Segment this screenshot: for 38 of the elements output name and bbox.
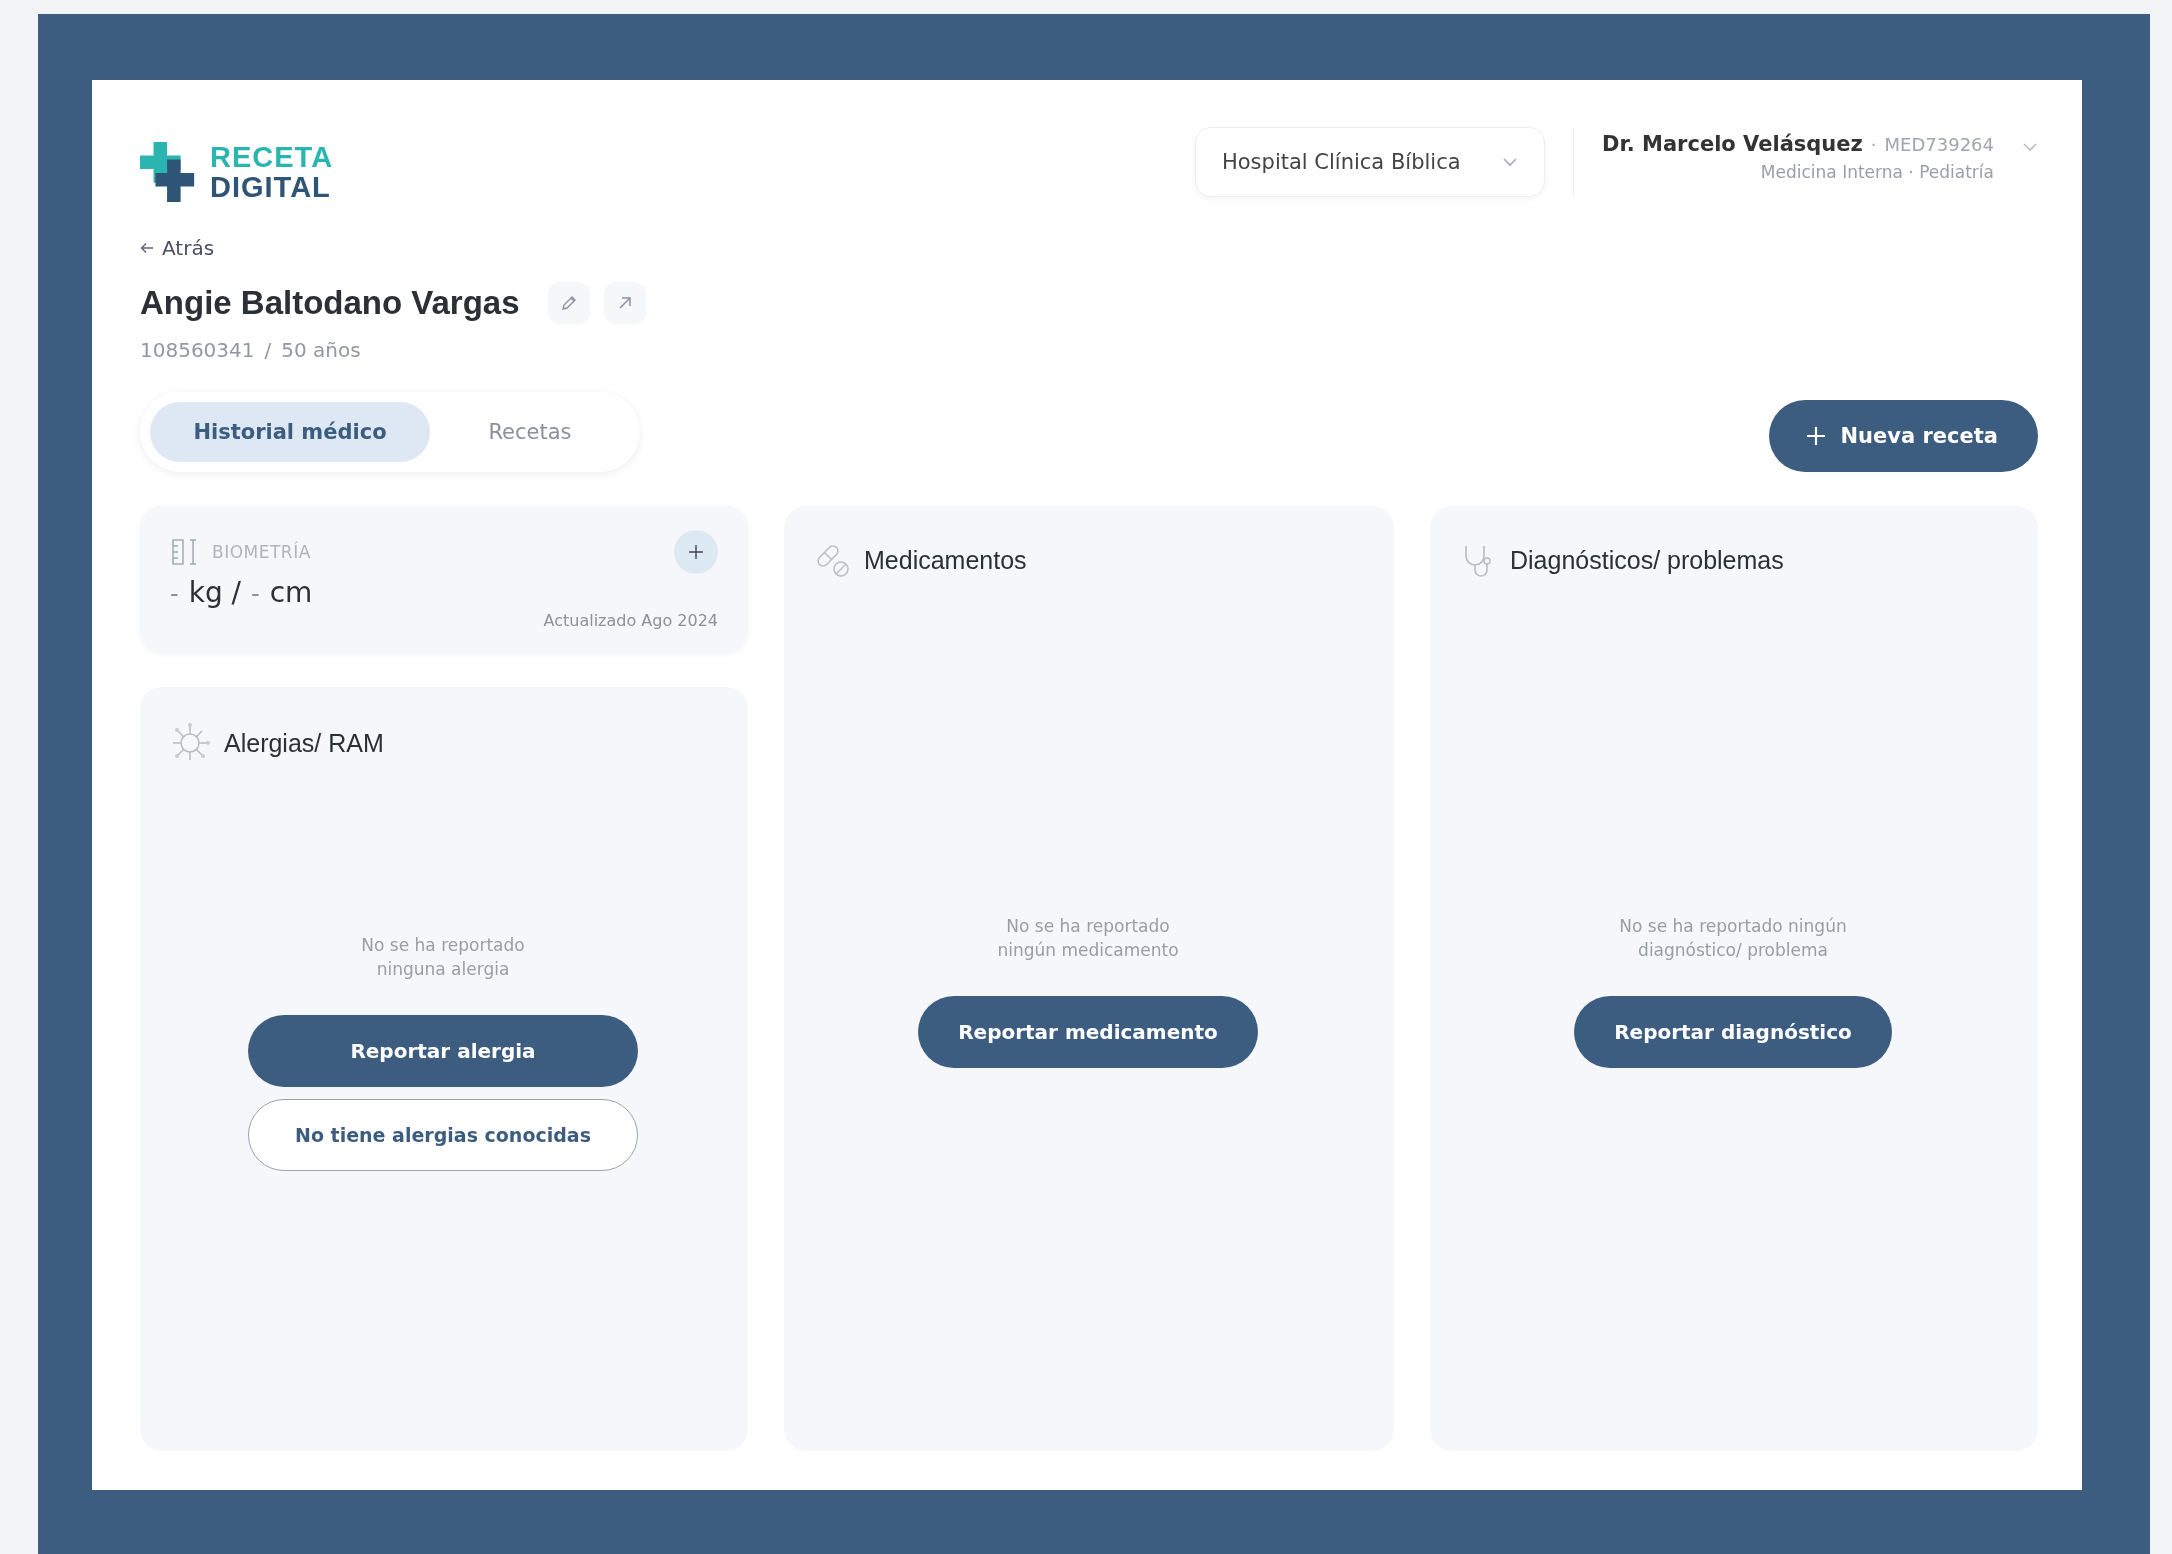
doctor-code: MED739264 <box>1884 134 1994 155</box>
weight-value: - <box>170 580 179 608</box>
patient-name: Angie Baltodano Vargas <box>140 284 520 322</box>
empty-message: No se ha reportado ningún medicamento <box>996 915 1180 962</box>
patient-id: 108560341 <box>140 338 255 362</box>
add-button[interactable] <box>674 530 718 574</box>
doctor-specialties: Medicina Interna · Pediatría <box>1760 162 1994 182</box>
separator-dot: · <box>1870 134 1877 155</box>
plus-icon <box>687 543 705 561</box>
no-allergies-button[interactable]: No tiene alergias conocidas <box>248 1099 638 1171</box>
chevron-down-icon[interactable] <box>2022 142 2038 152</box>
empty-message: No se ha reportado ninguna alergia <box>360 934 526 981</box>
weight-unit: kg / <box>188 576 241 609</box>
height-unit: cm <box>269 576 313 609</box>
report-button[interactable]: Reportar medicamento <box>918 996 1258 1068</box>
logo-text: RECETA <box>210 142 334 172</box>
doctor-name: Dr. Marcelo Velásquez <box>1601 132 1863 156</box>
back-link[interactable]: Atrás <box>140 236 215 260</box>
report-button[interactable]: Reportar diagnóstico <box>1574 996 1892 1068</box>
open-button[interactable] <box>603 282 646 324</box>
tab[interactable]: Historial médico <box>150 402 430 462</box>
plus-icon <box>1804 425 1827 447</box>
chevron-down-icon <box>1501 157 1518 167</box>
arrow-left-icon <box>140 242 154 254</box>
empty-message: No se ha reportado ningún diagnóstico/ problema <box>1618 915 1848 962</box>
report-button[interactable]: Reportar alergia <box>248 1015 638 1087</box>
card-title: Diagnósticos/ problemas <box>1510 545 1784 575</box>
edit-button[interactable] <box>547 282 590 324</box>
card-title: Medicamentos <box>864 545 1027 575</box>
logo-text: DIGITAL <box>210 172 332 202</box>
card-title: Alergias/ RAM <box>224 728 384 758</box>
hospital-select[interactable]: Hospital Clínica Bíblica <box>1194 127 1545 197</box>
updated-date: Actualizado Ago 2024 <box>543 611 718 630</box>
patient-age: 50 años <box>281 338 361 362</box>
new-prescription-button[interactable]: Nueva receta <box>1768 400 2038 472</box>
separator-slash: / <box>264 338 272 362</box>
height-value: - <box>251 580 260 608</box>
biometry-label: BIOMETRÍA <box>212 542 312 562</box>
